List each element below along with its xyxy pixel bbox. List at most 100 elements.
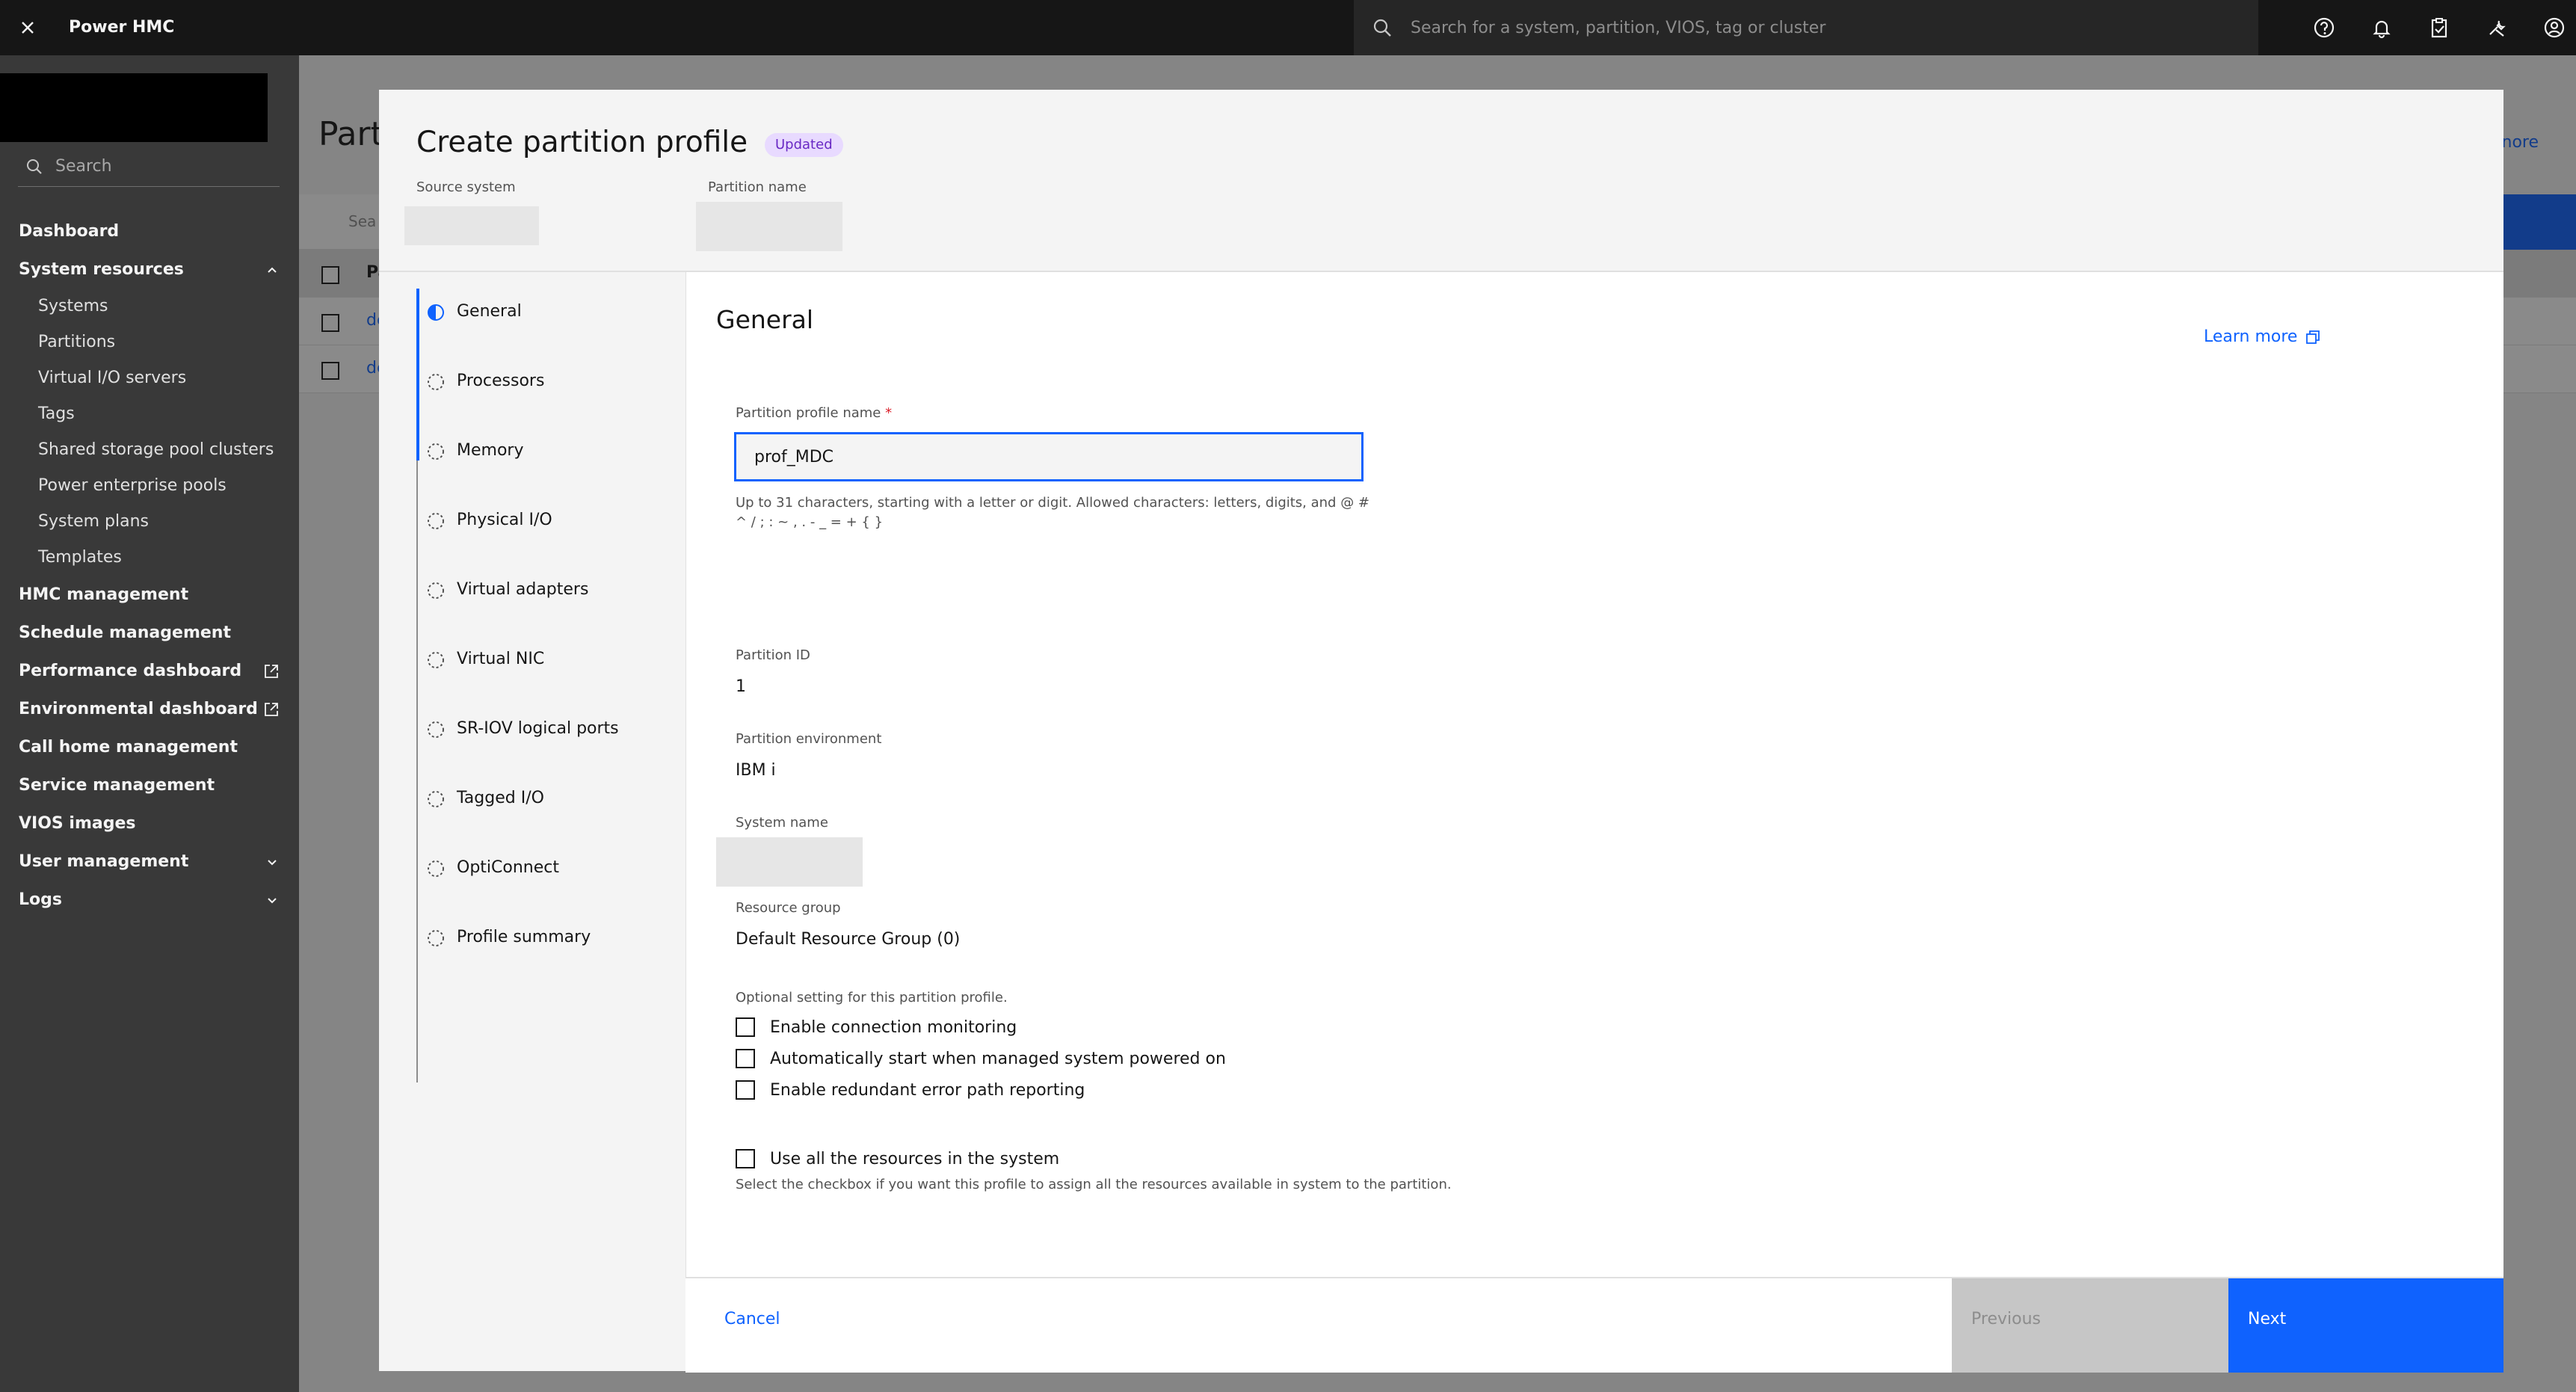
close-nav-button[interactable] (0, 0, 55, 55)
use-all-resources-checkbox[interactable]: Use all the resources in the system (736, 1145, 1059, 1172)
global-search[interactable] (1354, 0, 2258, 55)
step-profile-summary[interactable]: Profile summary (418, 914, 657, 959)
next-button[interactable]: Next (2228, 1278, 2503, 1373)
nav-item-system-resources[interactable]: System resources (0, 250, 299, 289)
side-navigation: Dashboard System resources Systems Parti… (0, 55, 299, 1392)
modal-footer: Cancel Previous Next (685, 1277, 2503, 1373)
modal-title: Create partition profile (416, 126, 748, 159)
tools-icon (2489, 20, 2506, 37)
step-tagged-io[interactable]: Tagged I/O (418, 775, 657, 820)
global-search-input[interactable] (1411, 0, 2233, 55)
nav-item-performance-dashboard[interactable]: Performance dashboard (0, 652, 299, 690)
section-heading: General (716, 305, 814, 334)
checkbox-box[interactable] (736, 1080, 755, 1100)
step-memory[interactable]: Memory (418, 428, 657, 472)
nav-item-hmc-management[interactable]: HMC management (0, 576, 299, 614)
step-processors[interactable]: Processors (418, 358, 657, 403)
step-current-icon (428, 304, 444, 321)
nav-item-service-management[interactable]: Service management (0, 766, 299, 804)
tasks-button[interactable] (2410, 0, 2468, 55)
profile-name-field[interactable] (734, 432, 1364, 481)
step-virtual-nic[interactable]: Virtual NIC (418, 636, 657, 681)
nav-search-input[interactable] (55, 145, 272, 187)
nav-item-label: Performance dashboard (19, 662, 242, 680)
nav-item-systems[interactable]: Systems (0, 289, 299, 324)
system-name-label: System name (736, 815, 828, 831)
step-incomplete-icon (428, 443, 444, 460)
partition-name-value-redacted (696, 202, 842, 251)
nav-item-call-home-management[interactable]: Call home management (0, 728, 299, 766)
nav-item-system-plans[interactable]: System plans (0, 504, 299, 540)
nav-item-user-management[interactable]: User management (0, 843, 299, 881)
required-asterisk: * (885, 405, 893, 421)
source-system-value-redacted (404, 206, 539, 245)
nav-item-dashboard[interactable]: Dashboard (0, 212, 299, 250)
checkbox-box[interactable] (736, 1149, 755, 1168)
nav-item-environmental-dashboard[interactable]: Environmental dashboard (0, 690, 299, 728)
partition-environment-value: IBM i (736, 761, 776, 780)
step-content-panel: General Learn more Partition profile nam… (685, 272, 2503, 1371)
step-incomplete-icon (428, 860, 444, 877)
system-name-value-redacted (716, 837, 863, 887)
help-button[interactable] (2295, 0, 2352, 55)
nav-item-shared-storage-pool-clusters[interactable]: Shared storage pool clusters (0, 432, 299, 468)
profile-name-label-text: Partition profile name (736, 405, 881, 421)
step-sr-iov-logical-ports[interactable]: SR-IOV logical ports (418, 706, 657, 751)
learn-more-link[interactable]: Learn more (2204, 327, 2321, 346)
step-opticonnect[interactable]: OptiConnect (418, 845, 657, 890)
resource-group-value: Default Resource Group (0) (736, 930, 961, 949)
nav-search[interactable] (18, 145, 280, 187)
next-label: Next (2248, 1310, 2287, 1328)
nav-item-label: Environmental dashboard (19, 700, 258, 718)
nav-item-label: Logs (19, 890, 62, 909)
nav-item-logs[interactable]: Logs (0, 881, 299, 919)
checkbox-label[interactable]: Enable connection monitoring (770, 1018, 1017, 1037)
step-label: Profile summary (457, 928, 591, 946)
nav-item-virtual-io-servers[interactable]: Virtual I/O servers (0, 360, 299, 396)
progress-indicator: General Processors Memory Physical I/O V… (416, 289, 641, 1083)
step-incomplete-icon (428, 721, 444, 738)
nav-item-label: Service management (19, 776, 215, 795)
checkbox-label[interactable]: Use all the resources in the system (770, 1150, 1059, 1168)
profile-name-helper-text: Up to 31 characters, starting with a let… (736, 495, 1370, 530)
user-profile-button[interactable] (2525, 0, 2576, 55)
nav-item-tags[interactable]: Tags (0, 396, 299, 432)
redacted-logo-block (0, 73, 268, 142)
step-virtual-adapters[interactable]: Virtual adapters (418, 567, 657, 612)
launch-icon (265, 664, 278, 678)
nav-item-power-enterprise-pools[interactable]: Power enterprise pools (0, 468, 299, 504)
top-header: Power HMC (0, 0, 2576, 55)
step-physical-io[interactable]: Physical I/O (418, 497, 657, 542)
step-label: SR-IOV logical ports (457, 719, 619, 738)
app-title[interactable]: Power HMC (69, 0, 174, 55)
step-incomplete-icon (428, 791, 444, 807)
step-label: OptiConnect (457, 858, 559, 877)
checkbox-label[interactable]: Automatically start when managed system … (770, 1050, 1226, 1068)
step-incomplete-icon (428, 374, 444, 390)
step-general[interactable]: General (418, 289, 657, 333)
cancel-button[interactable]: Cancel (685, 1278, 1952, 1373)
launch-icon (265, 702, 278, 716)
notifications-button[interactable] (2352, 0, 2410, 55)
create-partition-profile-modal: Create partition profile Updated Source … (379, 90, 2503, 1373)
auto-start-checkbox[interactable]: Automatically start when managed system … (736, 1045, 1226, 1072)
learn-more-label: Learn more (2204, 327, 2298, 346)
nav-item-schedule-management[interactable]: Schedule management (0, 614, 299, 652)
nav-item-label: VIOS images (19, 814, 136, 833)
nav-item-partitions[interactable]: Partitions (0, 324, 299, 360)
checkbox-label[interactable]: Enable redundant error path reporting (770, 1081, 1085, 1100)
enable-connection-monitoring-checkbox[interactable]: Enable connection monitoring (736, 1014, 1017, 1041)
partition-id-value: 1 (736, 677, 746, 696)
task-clipboard-icon (2431, 18, 2447, 38)
checkbox-box[interactable] (736, 1017, 755, 1037)
step-incomplete-icon (428, 513, 444, 529)
previous-button[interactable]: Previous (1952, 1278, 2228, 1373)
tools-button[interactable] (2468, 0, 2525, 55)
redundant-error-path-checkbox[interactable]: Enable redundant error path reporting (736, 1077, 1085, 1103)
nav-item-vios-images[interactable]: VIOS images (0, 804, 299, 843)
search-icon (27, 159, 42, 174)
nav-item-templates[interactable]: Templates (0, 540, 299, 576)
previous-label: Previous (1971, 1310, 2041, 1328)
profile-name-input[interactable] (736, 434, 1361, 479)
checkbox-box[interactable] (736, 1049, 755, 1068)
